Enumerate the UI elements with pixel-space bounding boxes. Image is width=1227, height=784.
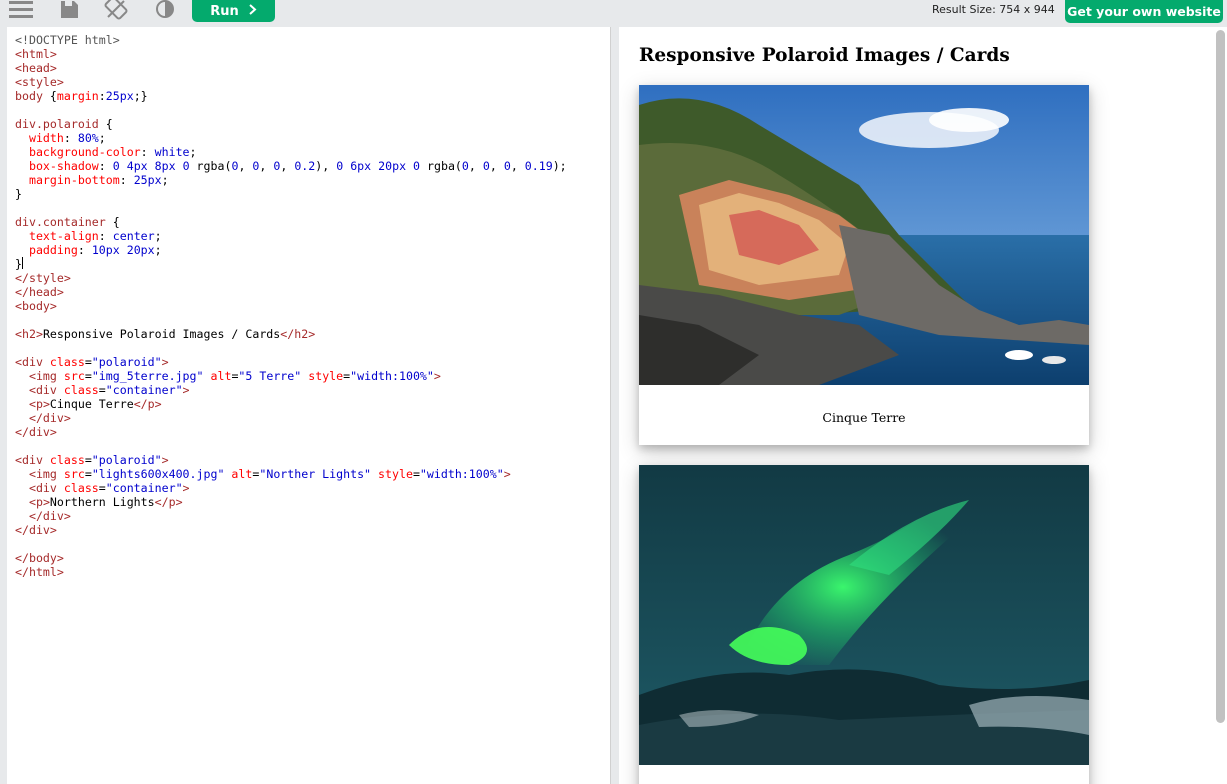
get-own-website-button[interactable]: Get your own website <box>1065 0 1223 23</box>
run-label: Run <box>210 3 239 19</box>
toolbar: Run Result Size: 754 x 944 Get your own … <box>0 0 1227 27</box>
run-button[interactable]: Run <box>192 0 275 22</box>
result-scrollbar[interactable] <box>1216 30 1225 723</box>
code-text[interactable]: <!DOCTYPE html> <html> <head> <style> bo… <box>15 33 567 579</box>
rotate-layout-icon[interactable] <box>103 0 129 20</box>
save-icon[interactable] <box>56 0 82 20</box>
polaroid-card: Cinque Terre <box>639 85 1089 445</box>
result-heading: Responsive Polaroid Images / Cards <box>639 45 1010 66</box>
result-size-label: Result Size: 754 x 944 <box>932 3 1055 16</box>
code-editor[interactable]: <!DOCTYPE html> <html> <head> <style> bo… <box>7 27 611 784</box>
text-cursor <box>21 257 23 269</box>
panel-divider[interactable] <box>611 27 619 784</box>
theme-contrast-icon[interactable] <box>152 0 178 20</box>
menu-icon[interactable] <box>8 0 34 20</box>
cinque-terre-photo <box>639 85 1089 385</box>
card-caption: Cinque Terre <box>822 410 906 425</box>
polaroid-card <box>639 465 1089 784</box>
chevron-right-icon <box>249 3 257 19</box>
result-panel: Responsive Polaroid Images / Cards Cinqu… <box>619 27 1227 784</box>
northern-lights-photo <box>639 465 1089 765</box>
